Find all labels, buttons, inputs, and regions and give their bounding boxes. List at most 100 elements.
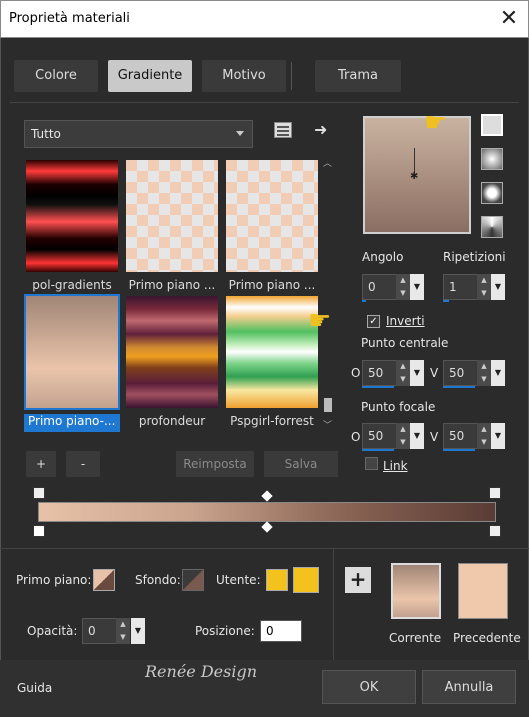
watermark-text: Renée Design: [145, 662, 258, 681]
opacity-label: Opacità:: [27, 624, 78, 638]
title-bar: Proprietà materiali ✕: [0, 0, 529, 38]
pointing-hand-icon: ☛: [424, 108, 448, 138]
tab-trama[interactable]: Trama: [315, 60, 401, 92]
focal-v-dropdown-icon[interactable]: ▼: [491, 423, 505, 449]
user-label: Utente:: [216, 573, 261, 587]
swatch-primo-piano-selected[interactable]: Primo piano-...: [24, 294, 120, 432]
focal-point-label: Punto focale: [361, 400, 436, 414]
gradient-bar[interactable]: [38, 502, 496, 522]
top-left-marker[interactable]: [33, 487, 45, 499]
position-label: Posizione:: [195, 624, 255, 638]
center-v-prefix: V: [430, 366, 439, 380]
swatch-label: pol-gradients: [32, 278, 112, 292]
cancel-button[interactable]: Annulla: [422, 670, 516, 704]
focal-h-stepper[interactable]: ▲ ▼: [396, 423, 410, 449]
divider-vertical: [333, 548, 334, 660]
swatch-primo-piano-2[interactable]: Primo piano ...: [224, 160, 320, 292]
background-label: Sfondo:: [135, 573, 181, 587]
focal-v-input[interactable]: 50: [443, 423, 479, 449]
swatch-scrollbar[interactable]: ︿ ﹀: [322, 156, 334, 432]
bottom-left-stop[interactable]: [33, 525, 45, 537]
add-button[interactable]: +: [26, 451, 56, 477]
tab-separator: [291, 62, 292, 90]
help-link[interactable]: Guida: [17, 681, 52, 695]
link-label[interactable]: Link: [383, 459, 408, 473]
reset-button[interactable]: Reimposta: [176, 451, 254, 477]
center-h-prefix: O: [351, 366, 361, 380]
focal-v-stepper[interactable]: ▲ ▼: [477, 423, 491, 449]
invert-label[interactable]: Inverti: [386, 314, 425, 328]
focal-v-slider[interactable]: [443, 449, 475, 451]
add-swatch-button[interactable]: +: [345, 567, 371, 593]
current-label: Corrente: [389, 631, 442, 645]
angle-label: Angolo: [362, 250, 404, 264]
linear-style-icon[interactable]: [481, 114, 503, 136]
angle-stepper[interactable]: ▲ ▼: [396, 274, 410, 300]
opacity-stepper[interactable]: ▲ ▼: [116, 618, 130, 644]
angle-input[interactable]: 0: [362, 274, 398, 300]
foreground-swatch[interactable]: [93, 569, 115, 591]
top-right-marker[interactable]: [489, 487, 501, 499]
user-swatch[interactable]: [293, 567, 319, 593]
arrow-right-icon[interactable]: ➜: [314, 120, 327, 139]
previous-label: Precedente: [453, 631, 521, 645]
opacity-input[interactable]: 0: [82, 618, 118, 644]
close-icon[interactable]: ✕: [496, 7, 522, 33]
category-dropdown[interactable]: Tutto: [24, 120, 253, 148]
swatch-pol-gradients[interactable]: pol-gradients: [24, 160, 120, 292]
sunburst-style-icon[interactable]: [481, 216, 503, 238]
scroll-up-icon[interactable]: ︿: [323, 156, 332, 169]
opacity-dropdown-icon[interactable]: ▼: [131, 618, 145, 644]
divider: [10, 102, 519, 103]
scroll-down-icon[interactable]: ﹀: [323, 418, 332, 431]
current-swatch[interactable]: [391, 563, 441, 619]
repeats-stepper[interactable]: ▲ ▼: [477, 274, 491, 300]
focal-h-prefix: O: [351, 430, 361, 444]
previous-swatch[interactable]: [458, 563, 508, 619]
swatch-profondeur[interactable]: profondeur: [124, 296, 220, 428]
focal-v-prefix: V: [430, 430, 439, 444]
divider: [0, 548, 529, 549]
swatch-label: Primo piano ...: [128, 278, 216, 292]
tab-gradiente[interactable]: Gradiente: [108, 60, 192, 92]
repeats-slider[interactable]: [443, 300, 449, 302]
remove-button[interactable]: -: [66, 451, 100, 477]
link-checkbox[interactable]: [365, 457, 378, 470]
focal-h-input[interactable]: 50: [362, 423, 398, 449]
center-v-slider[interactable]: [443, 386, 475, 388]
swatch-pspgirl-forrest[interactable]: Pspgirl-forrest: [224, 296, 320, 428]
repeats-dropdown-icon[interactable]: ▼: [491, 274, 505, 300]
scrollbar-thumb[interactable]: [324, 398, 332, 412]
rectangular-style-icon[interactable]: [481, 148, 503, 170]
center-v-stepper[interactable]: ▲ ▼: [477, 360, 491, 386]
center-h-stepper[interactable]: ▲ ▼: [396, 360, 410, 386]
center-v-dropdown-icon[interactable]: ▼: [491, 360, 505, 386]
window-title: Proprietà materiali: [9, 11, 130, 26]
focal-h-dropdown-icon[interactable]: ▼: [410, 423, 424, 449]
position-input[interactable]: 0: [260, 620, 302, 642]
user-swatch-small[interactable]: [266, 569, 288, 591]
background-swatch[interactable]: [182, 569, 204, 591]
swatch-label: Pspgirl-forrest: [230, 414, 314, 428]
swatch-label: Primo piano ...: [228, 278, 316, 292]
chevron-down-icon: [236, 131, 244, 136]
book-icon[interactable]: [274, 122, 292, 138]
bottom-right-stop[interactable]: [489, 525, 501, 537]
center-h-slider[interactable]: [362, 386, 394, 388]
swatch-label: profondeur: [138, 414, 206, 428]
center-v-input[interactable]: 50: [443, 360, 479, 386]
center-h-input[interactable]: 50: [362, 360, 398, 386]
save-button[interactable]: Salva: [264, 451, 338, 477]
angle-slider[interactable]: [362, 300, 366, 302]
repeats-input[interactable]: 1: [443, 274, 479, 300]
swatch-primo-piano-1[interactable]: Primo piano ...: [124, 160, 220, 292]
swatch-label: Primo piano-...: [24, 414, 120, 432]
focal-h-slider[interactable]: [362, 449, 394, 451]
radial-style-icon[interactable]: [481, 182, 503, 204]
center-h-dropdown-icon[interactable]: ▼: [410, 360, 424, 386]
angle-dropdown-icon[interactable]: ▼: [410, 274, 424, 300]
tab-colore[interactable]: Colore: [14, 60, 98, 92]
ok-button[interactable]: OK: [322, 670, 416, 704]
tab-motivo[interactable]: Motivo: [202, 60, 286, 92]
invert-checkbox[interactable]: ✓: [367, 315, 380, 328]
